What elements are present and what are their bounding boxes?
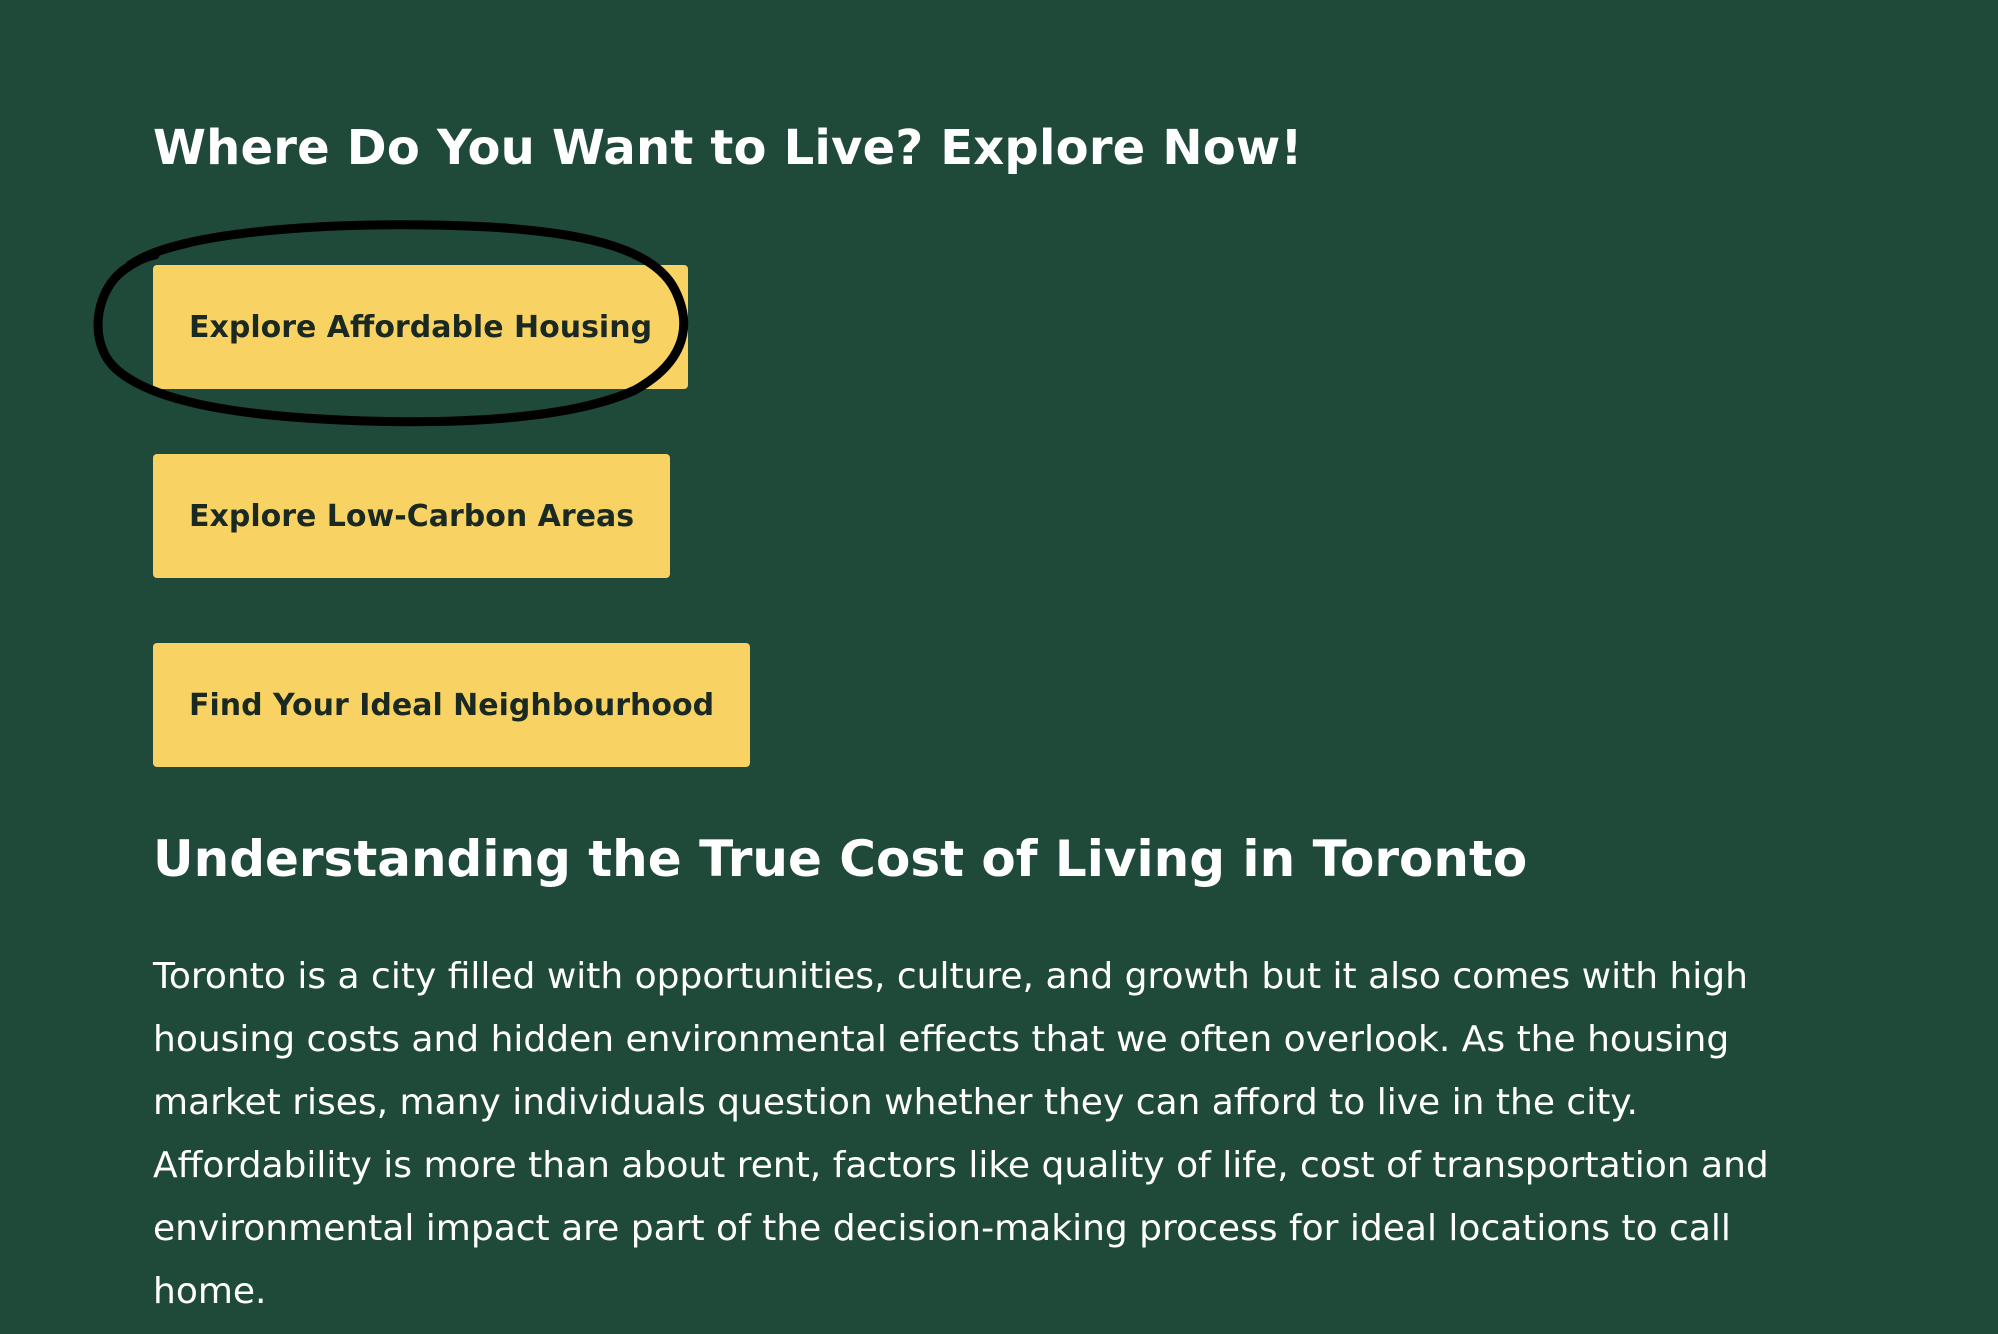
explore-affordable-housing-button[interactable]: Explore Affordable Housing	[153, 265, 689, 389]
explore-low-carbon-areas-button[interactable]: Explore Low-Carbon Areas	[153, 454, 671, 578]
explore-heading: Where Do You Want to Live? Explore Now!	[153, 120, 1303, 176]
find-ideal-neighbourhood-button[interactable]: Find Your Ideal Neighbourhood	[153, 643, 751, 767]
cost-of-living-paragraph: Toronto is a city filled with opportunit…	[153, 956, 1769, 1312]
cost-of-living-heading: Understanding the True Cost of Living in…	[153, 830, 1528, 888]
